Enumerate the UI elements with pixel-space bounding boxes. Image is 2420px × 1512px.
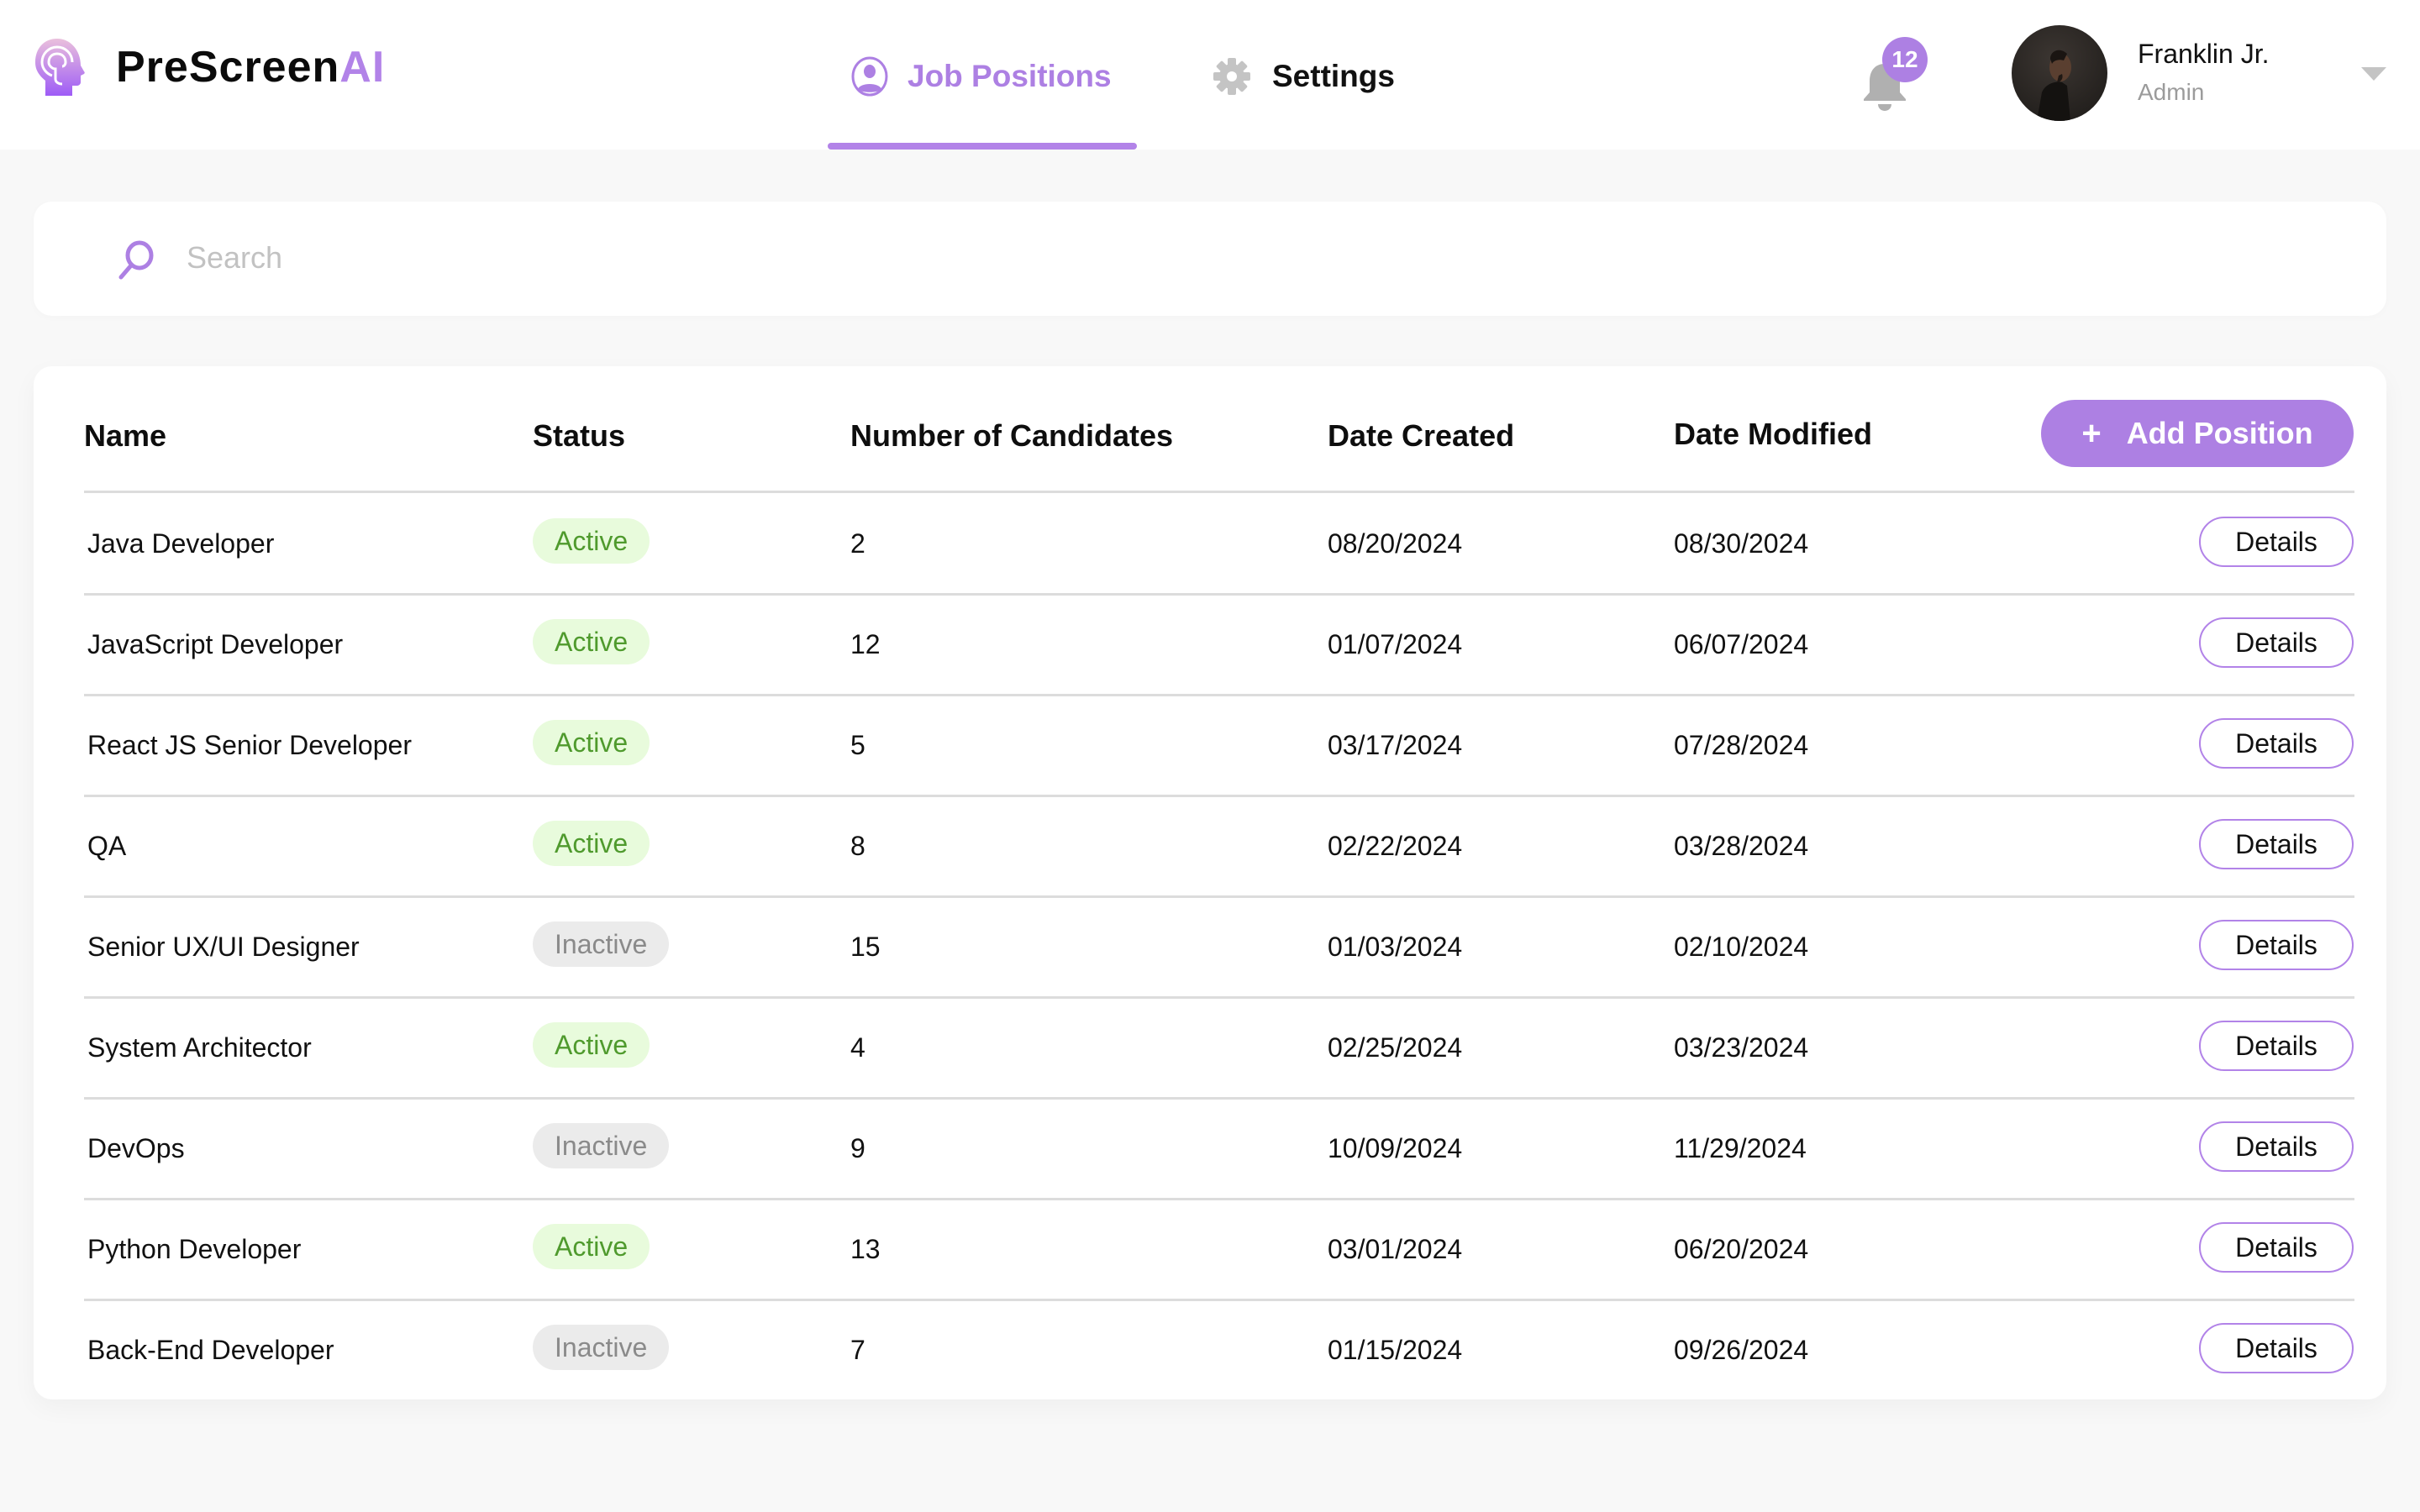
user-role: Admin [2138,79,2205,105]
candidate-count: 8 [850,831,865,861]
user-name: Franklin Jr. [2138,39,2270,69]
date-created: 10/09/2024 [1328,1133,1463,1163]
nav-label-settings: Settings [1272,59,1395,93]
table-row: React JS Senior Developer Active 5 03/17/20… [34,695,2386,795]
user-circle-icon [851,56,888,97]
date-created: 08/20/2024 [1328,528,1463,559]
user-menu-caret-icon[interactable] [2361,67,2386,81]
table-row: System Architector Active 4 02/25/2024 03/23… [34,997,2386,1098]
search-icon [118,240,154,280]
top-bar: PreScreenAI Job Positions Settings 12 Fr… [0,0,2420,150]
details-button[interactable]: Details [2199,1222,2354,1273]
add-position-label: Add Position [2126,416,2313,450]
avatar[interactable] [2012,25,2107,121]
brand-main-text: PreScreen [116,43,340,92]
brand-accent-text: AI [339,43,386,92]
column-header-status[interactable]: Status [533,418,625,454]
date-created: 03/17/2024 [1328,730,1463,760]
position-name: React JS Senior Developer [87,730,412,760]
table-row: QA Active 8 02/22/2024 03/28/2024 Details [34,795,2386,896]
status-badge: Active [533,619,650,664]
status-badge: Active [533,720,650,765]
details-button[interactable]: Details [2199,1021,2354,1071]
details-button[interactable]: Details [2199,819,2354,869]
search-input[interactable] [187,230,2338,286]
table-row: DevOps Inactive 9 10/09/2024 11/29/2024 Detai… [34,1098,2386,1199]
nav-label-job-positions: Job Positions [908,59,1112,93]
details-button[interactable]: Details [2199,1121,2354,1172]
logo[interactable]: PreScreenAI [32,37,385,97]
status-badge: Active [533,1224,650,1269]
candidate-count: 9 [850,1133,865,1163]
job-positions-table: Name Status Number of Candidates Date Cr… [34,366,2386,1399]
date-created: 01/03/2024 [1328,932,1463,962]
date-modified: 02/10/2024 [1674,932,1809,962]
column-header-name[interactable]: Name [84,418,166,454]
candidate-count: 15 [850,932,881,962]
position-name: QA [87,831,127,861]
date-modified: 09/26/2024 [1674,1335,1809,1365]
nav-tab-job-positions[interactable]: Job Positions [850,47,1112,106]
details-button[interactable]: Details [2199,920,2354,970]
position-name: DevOps [87,1133,185,1163]
candidate-count: 13 [850,1234,881,1264]
brand-name: PreScreenAI [116,42,385,92]
date-modified: 03/23/2024 [1674,1032,1809,1063]
date-created: 01/07/2024 [1328,629,1463,659]
status-badge: Active [533,518,650,564]
date-modified: 06/20/2024 [1674,1234,1809,1264]
details-button[interactable]: Details [2199,517,2354,567]
table-row: JavaScript Developer Active 12 01/07/2024 06… [34,594,2386,695]
date-created: 02/25/2024 [1328,1032,1463,1063]
date-modified: 06/07/2024 [1674,629,1809,659]
date-modified: 08/30/2024 [1674,528,1809,559]
details-button[interactable]: Details [2199,718,2354,769]
date-modified: 11/29/2024 [1674,1133,1807,1163]
details-button[interactable]: Details [2199,617,2354,668]
table-row: Back-End Developer Inactive 7 01/15/2024 09/… [34,1299,2386,1400]
plus-icon: + [2081,414,2102,452]
position-name: Python Developer [87,1234,302,1264]
candidate-count: 12 [850,629,881,659]
status-badge: Active [533,821,650,866]
date-modified: 07/28/2024 [1674,730,1809,760]
position-name: Back-End Developer [87,1335,334,1365]
column-header-date-created[interactable]: Date Created [1328,418,1514,454]
date-modified: 03/28/2024 [1674,831,1809,861]
table-row: Senior UX/UI Designer Inactive 15 01/03/202… [34,896,2386,997]
position-name: Senior UX/UI Designer [87,932,360,962]
search-bar [34,202,2386,316]
add-position-button[interactable]: + Add Position [2041,400,2354,467]
status-badge: Inactive [533,1123,670,1168]
status-badge: Inactive [533,1325,670,1370]
active-tab-indicator [828,143,1137,150]
date-created: 03/01/2024 [1328,1234,1463,1264]
candidate-count: 7 [850,1335,865,1365]
candidate-count: 2 [850,528,865,559]
position-name: Java Developer [87,528,275,559]
head-signal-icon [35,39,85,96]
position-name: System Architector [87,1032,312,1063]
nav-tab-settings[interactable]: Settings [1212,47,1395,106]
status-badge: Active [533,1022,650,1068]
table-row: Java Developer Active 2 08/20/2024 08/30/202… [34,493,2386,594]
column-header-date-modified[interactable]: Date Modified [1674,417,1872,452]
notification-count-badge: 12 [1882,37,1928,82]
gear-icon [1213,58,1250,95]
user-photo-icon [2037,50,2071,121]
candidate-count: 5 [850,730,865,760]
date-created: 01/15/2024 [1328,1335,1463,1365]
status-badge: Inactive [533,921,670,967]
details-button[interactable]: Details [2199,1323,2354,1373]
candidate-count: 4 [850,1032,865,1063]
column-header-candidates[interactable]: Number of Candidates [850,418,1173,454]
position-name: JavaScript Developer [87,629,344,659]
table-row: Python Developer Active 13 03/01/2024 06/20/… [34,1199,2386,1299]
date-created: 02/22/2024 [1328,831,1463,861]
